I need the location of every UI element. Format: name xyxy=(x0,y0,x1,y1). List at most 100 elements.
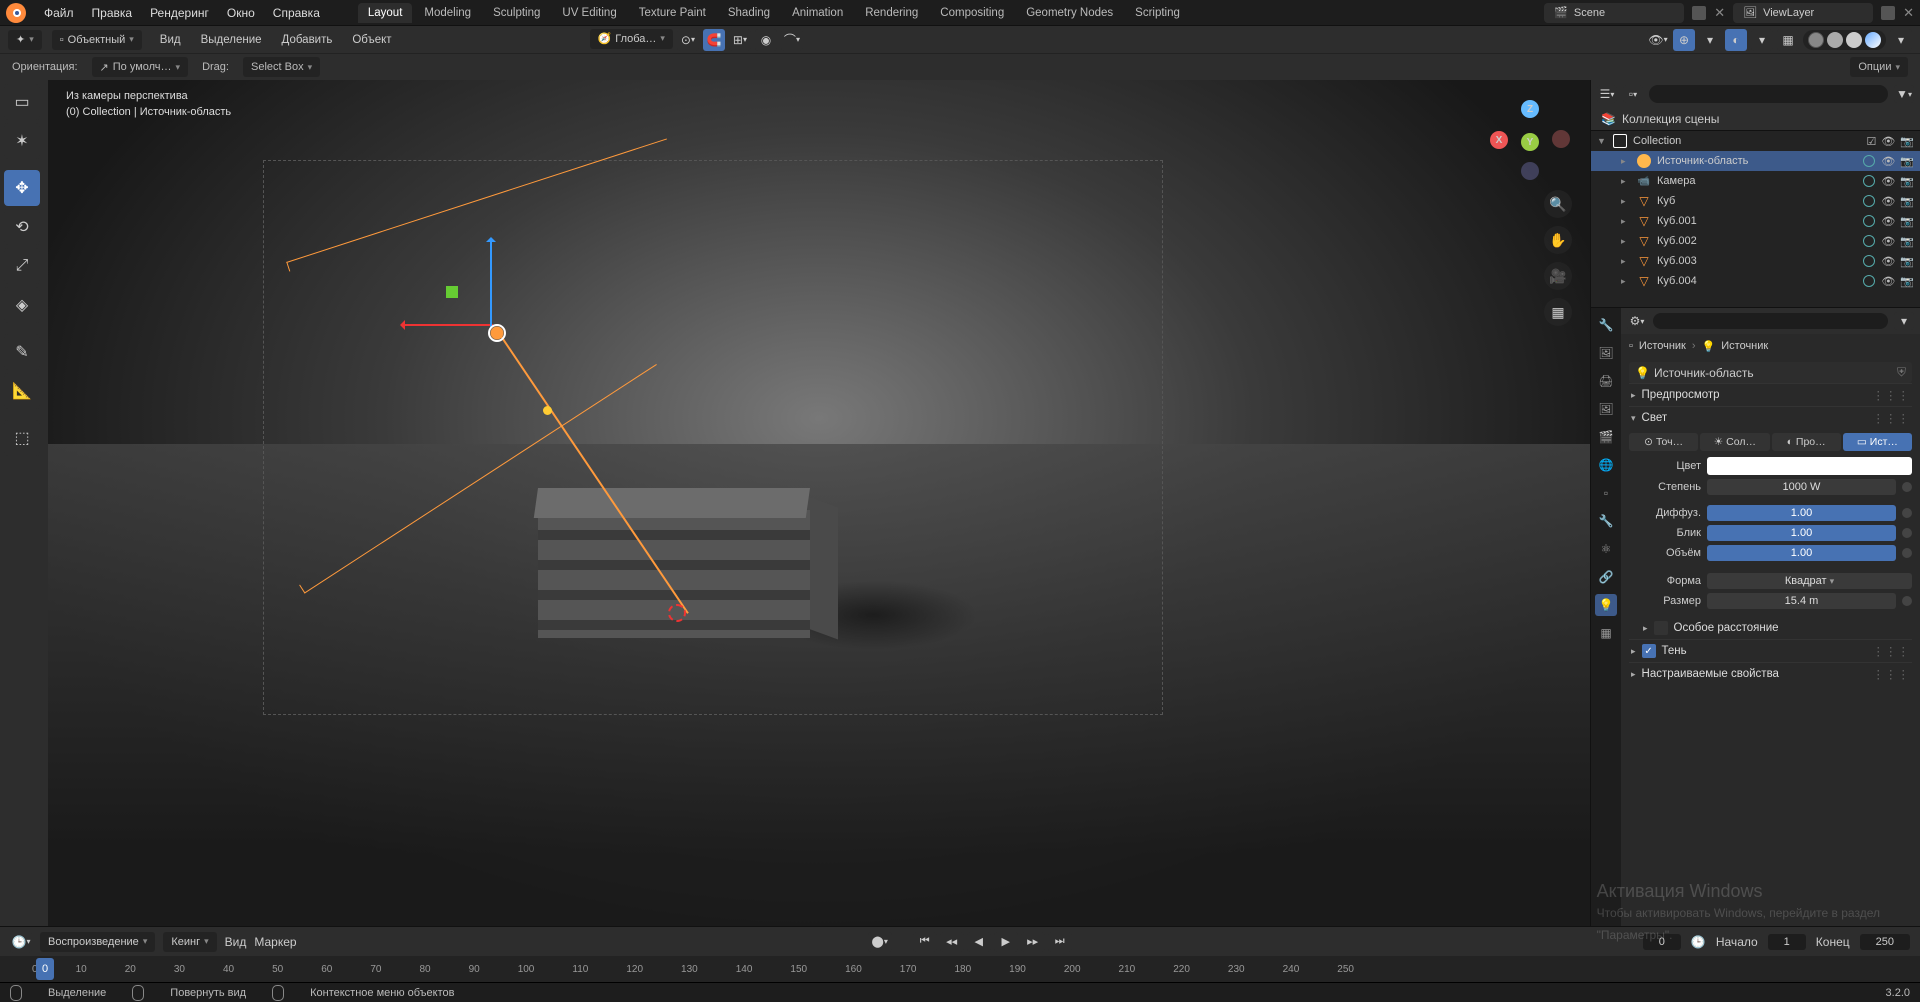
breadcrumb1[interactable]: Источник xyxy=(1639,340,1686,352)
3d-viewport[interactable]: Из камеры перспектива (0) Collection | И… xyxy=(48,80,1590,926)
tab-animation[interactable]: Animation xyxy=(782,3,853,23)
tool-scale[interactable]: ⤢ xyxy=(4,248,40,284)
scene-close-icon[interactable]: ✕ xyxy=(1714,5,1725,21)
outliner-item[interactable]: ▸▽Куб.004👁📷 xyxy=(1591,271,1920,291)
volume-field[interactable]: 1.00 xyxy=(1707,545,1896,561)
tab-sculpting[interactable]: Sculpting xyxy=(483,3,550,23)
camera-restrict-icon[interactable]: 📷 xyxy=(1900,195,1914,208)
overlay-opts-icon[interactable]: ▾ xyxy=(1751,29,1773,51)
light-type-spot[interactable]: ◐Про… xyxy=(1772,433,1841,451)
gizmo-z-axis[interactable] xyxy=(490,240,492,328)
axis-y[interactable]: Y xyxy=(1521,133,1539,151)
end-frame-field[interactable]: 250 xyxy=(1860,934,1910,950)
material-icon[interactable] xyxy=(1863,235,1875,247)
snap-toggle[interactable]: 🧲 xyxy=(703,29,725,51)
gizmo-y-handle[interactable] xyxy=(446,286,458,298)
tab-data-light[interactable]: 💡 xyxy=(1595,594,1617,616)
visibility-icon[interactable]: 👁▾ xyxy=(1647,29,1669,51)
autokey-record-icon[interactable]: ⬤▾ xyxy=(868,932,892,952)
light-type-point[interactable]: ⊙Точ… xyxy=(1629,433,1698,451)
gizmo-toggle[interactable]: ⊕ xyxy=(1673,29,1695,51)
outliner-item[interactable]: ▸▽Куб👁📷 xyxy=(1591,191,1920,211)
anim-dot-icon[interactable] xyxy=(1902,548,1912,558)
tab-uvediting[interactable]: UV Editing xyxy=(552,3,626,23)
add-menu[interactable]: Добавить xyxy=(274,31,341,49)
next-key-icon[interactable]: ▸▸ xyxy=(1021,932,1045,952)
anim-dot-icon[interactable] xyxy=(1902,528,1912,538)
gizmo-opts-icon[interactable]: ▾ xyxy=(1699,29,1721,51)
color-swatch[interactable] xyxy=(1707,457,1912,475)
camera-restrict-icon[interactable]: 📷 xyxy=(1900,255,1914,268)
orientation-dropdown[interactable]: 🧭 Глоба…▾ xyxy=(590,29,673,49)
material-icon[interactable] xyxy=(1863,155,1875,167)
camera-restrict-icon[interactable]: 📷 xyxy=(1900,155,1914,168)
tab-compositing[interactable]: Compositing xyxy=(930,3,1014,23)
outliner-item[interactable]: ▸📹Камера👁📷 xyxy=(1591,171,1920,191)
tool-cursor[interactable]: ✶ xyxy=(4,123,40,159)
outliner-item[interactable]: ▸▽Куб.002👁📷 xyxy=(1591,231,1920,251)
eye-icon[interactable]: 👁 xyxy=(1881,215,1895,228)
snap-type-icon[interactable]: ⊞▾ xyxy=(729,29,751,51)
sync-icon[interactable]: 🕒 xyxy=(1691,935,1706,949)
camera-restrict-icon[interactable]: 📷 xyxy=(1900,135,1914,148)
camera-restrict-icon[interactable]: 📷 xyxy=(1900,175,1914,188)
start-frame-field[interactable]: 1 xyxy=(1768,934,1806,950)
menu-help[interactable]: Справка xyxy=(265,3,328,23)
shading-wireframe-icon[interactable] xyxy=(1808,32,1824,48)
diffuse-field[interactable]: 1.00 xyxy=(1707,505,1896,521)
checkbox-icon[interactable]: ☑ xyxy=(1866,135,1876,148)
tab-shading[interactable]: Shading xyxy=(718,3,780,23)
outliner-item[interactable]: ▸Источник-область👁📷 xyxy=(1591,151,1920,171)
orient-dropdown[interactable]: ↗ По умолч…▾ xyxy=(92,57,189,77)
material-icon[interactable] xyxy=(1863,255,1875,267)
size-field[interactable]: 15.4 m xyxy=(1707,593,1896,609)
tab-output[interactable]: 🖨 xyxy=(1595,370,1617,392)
camera-restrict-icon[interactable]: 📷 xyxy=(1900,215,1914,228)
pivot-icon[interactable]: ⊙▾ xyxy=(677,29,699,51)
sub-distance[interactable]: ▸Особое расстояние xyxy=(1629,617,1912,639)
outliner-display-icon[interactable]: ▫▾ xyxy=(1623,85,1643,103)
outliner-item[interactable]: ▸▽Куб.003👁📷 xyxy=(1591,251,1920,271)
shield-icon[interactable]: ⛨ xyxy=(1897,365,1906,380)
material-icon[interactable] xyxy=(1863,215,1875,227)
tl-view-menu[interactable]: Вид xyxy=(225,935,247,949)
jump-start-icon[interactable]: ⏮ xyxy=(913,932,937,952)
eye-icon[interactable]: 👁 xyxy=(1881,235,1895,248)
tool-select[interactable]: ▭ xyxy=(4,84,40,120)
tool-move[interactable]: ✥ xyxy=(4,170,40,206)
anim-dot-icon[interactable] xyxy=(1902,596,1912,606)
tab-constraints[interactable]: 🔗 xyxy=(1595,566,1617,588)
shading-rendered-icon[interactable] xyxy=(1865,32,1881,48)
tool-rotate[interactable]: ⟲ xyxy=(4,209,40,245)
panel-shadow[interactable]: ▸✓Тень⋮⋮⋮ xyxy=(1629,639,1912,662)
breadcrumb2[interactable]: Источник xyxy=(1721,340,1768,352)
select-menu[interactable]: Выделение xyxy=(193,31,270,49)
shading-opts-icon[interactable]: ▾ xyxy=(1890,29,1912,51)
material-icon[interactable] xyxy=(1863,195,1875,207)
camera-view-icon[interactable]: 🎥 xyxy=(1544,262,1572,290)
jump-end-icon[interactable]: ⏭ xyxy=(1048,932,1072,952)
tab-modeling[interactable]: Modeling xyxy=(414,3,481,23)
menu-edit[interactable]: Правка xyxy=(84,3,141,23)
axis-z[interactable]: Z xyxy=(1521,100,1539,118)
outliner-filter-icon[interactable]: ▼▾ xyxy=(1894,85,1914,103)
menu-render[interactable]: Рендеринг xyxy=(142,3,217,23)
zoom-icon[interactable]: 🔍 xyxy=(1544,190,1572,218)
material-icon[interactable] xyxy=(1863,175,1875,187)
xray-icon[interactable]: ▦ xyxy=(1777,29,1799,51)
tab-scene[interactable]: 🎬 xyxy=(1595,426,1617,448)
prev-key-icon[interactable]: ◂◂ xyxy=(940,932,964,952)
tab-modifiers[interactable]: 🔧 xyxy=(1595,510,1617,532)
object-menu[interactable]: Объект xyxy=(344,31,399,49)
tab-geonodes[interactable]: Geometry Nodes xyxy=(1016,3,1123,23)
options-dropdown[interactable]: Опции▾ xyxy=(1850,57,1908,77)
eye-icon[interactable]: 👁 xyxy=(1881,135,1895,148)
eye-icon[interactable]: 👁 xyxy=(1881,275,1895,288)
mode-select[interactable]: ▫Объектный▾ xyxy=(52,30,142,50)
eye-icon[interactable]: 👁 xyxy=(1881,255,1895,268)
panel-preview[interactable]: ▸Предпросмотр⋮⋮⋮ xyxy=(1629,383,1912,406)
playhead[interactable]: 0 xyxy=(36,958,54,980)
tl-marker-menu[interactable]: Маркер xyxy=(254,935,296,949)
light-origin-icon[interactable] xyxy=(488,324,506,342)
layer-new-icon[interactable] xyxy=(1881,6,1895,20)
